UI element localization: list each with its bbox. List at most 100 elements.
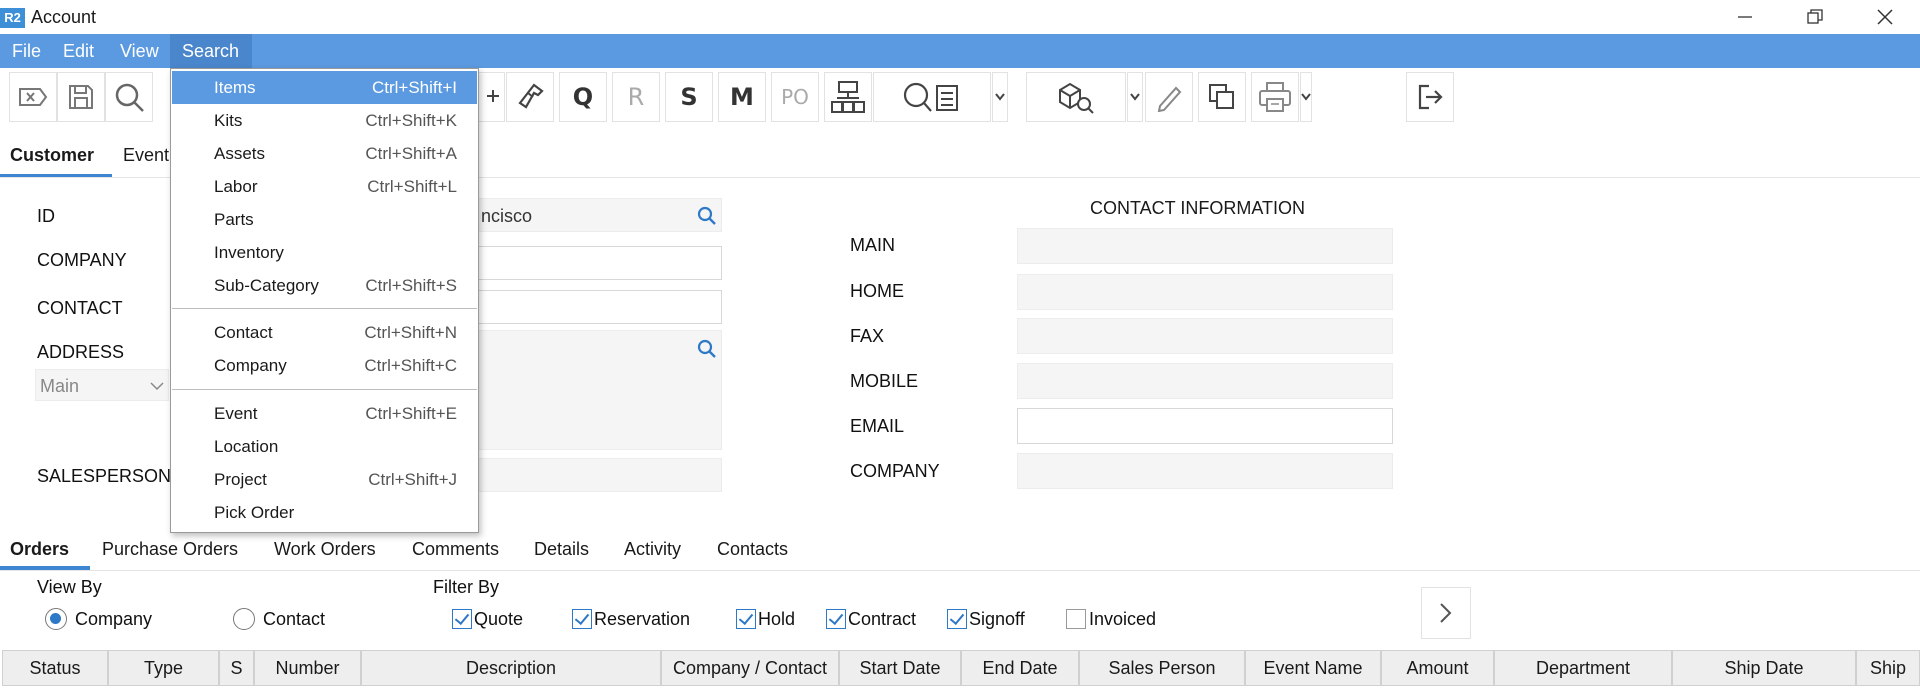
add-user-button[interactable] xyxy=(479,72,505,122)
filter-invoiced-label[interactable]: Invoiced xyxy=(1089,609,1156,630)
address-field[interactable] xyxy=(460,330,722,450)
search-icon[interactable] xyxy=(697,206,717,226)
tab-purchase-orders[interactable]: Purchase Orders xyxy=(102,534,238,570)
col-description[interactable]: Description xyxy=(361,650,661,686)
col-ship-date[interactable]: Ship Date xyxy=(1672,650,1856,686)
save-button[interactable] xyxy=(57,72,105,122)
close-button[interactable] xyxy=(1850,0,1920,34)
search-menu-contact[interactable]: Contact Ctrl+Shift+N xyxy=(172,316,477,349)
filter-contract-checkbox[interactable] xyxy=(826,609,846,629)
filter-quote-checkbox[interactable] xyxy=(452,609,472,629)
col-s[interactable]: S xyxy=(219,650,254,686)
restore-button[interactable] xyxy=(1780,0,1850,34)
menu-search[interactable]: Search xyxy=(170,34,252,68)
exit-button[interactable] xyxy=(1406,72,1454,122)
col-end-date[interactable]: End Date xyxy=(961,650,1079,686)
ticket-button[interactable] xyxy=(506,72,554,122)
tab-activity[interactable]: Activity xyxy=(624,534,681,570)
bottom-tabs-divider xyxy=(0,570,1920,571)
col-company-contact[interactable]: Company / Contact xyxy=(661,650,839,686)
boxes-search-button[interactable] xyxy=(1026,72,1126,122)
mobile-field[interactable] xyxy=(1017,363,1393,399)
search-icon[interactable] xyxy=(697,339,717,359)
menu-view[interactable]: View xyxy=(108,34,171,68)
col-amount[interactable]: Amount xyxy=(1381,650,1494,686)
col-department[interactable]: Department xyxy=(1494,650,1672,686)
purchase-order-button[interactable]: PO xyxy=(771,72,819,122)
search-menu-inventory[interactable]: Inventory xyxy=(172,236,477,269)
search-menu-parts[interactable]: Parts xyxy=(172,203,477,236)
company-field[interactable] xyxy=(460,246,722,280)
tab-customer[interactable]: Customer xyxy=(0,136,112,178)
search-menu-kits[interactable]: Kits Ctrl+Shift+K xyxy=(172,104,477,137)
tab-details[interactable]: Details xyxy=(534,534,589,570)
print-dropdown[interactable] xyxy=(1300,72,1312,122)
minimize-button[interactable] xyxy=(1710,0,1780,34)
search-document-dropdown[interactable] xyxy=(992,72,1008,122)
filter-reservation-label[interactable]: Reservation xyxy=(594,609,690,630)
tab-work-orders[interactable]: Work Orders xyxy=(274,534,376,570)
home-phone-field[interactable] xyxy=(1017,274,1393,310)
pencil-icon xyxy=(1157,86,1182,112)
filter-signoff-label[interactable]: Signoff xyxy=(969,609,1025,630)
tab-orders[interactable]: Orders xyxy=(0,534,90,570)
view-by-company-label[interactable]: Company xyxy=(75,609,152,630)
search-menu-sub-category[interactable]: Sub-Category Ctrl+Shift+S xyxy=(172,269,477,302)
copy-button[interactable] xyxy=(1198,72,1246,122)
col-event-name[interactable]: Event Name xyxy=(1245,650,1381,686)
contact-field[interactable] xyxy=(460,290,722,324)
search-menu-event[interactable]: Event Ctrl+Shift+E xyxy=(172,397,477,430)
filter-reservation-checkbox[interactable] xyxy=(572,609,592,629)
id-field[interactable]: ncisco xyxy=(460,198,722,232)
address-type-select[interactable]: Main xyxy=(35,369,169,401)
network-button[interactable] xyxy=(824,72,872,122)
boxes-search-dropdown[interactable] xyxy=(1127,72,1143,122)
filter-contract-label[interactable]: Contract xyxy=(848,609,916,630)
view-by-contact-label[interactable]: Contact xyxy=(263,609,325,630)
manifest-button[interactable]: M xyxy=(718,72,766,122)
fax-field[interactable] xyxy=(1017,318,1393,354)
col-start-date[interactable]: Start Date xyxy=(839,650,961,686)
print-button[interactable] xyxy=(1251,72,1299,122)
search-menu-project[interactable]: Project Ctrl+Shift+J xyxy=(172,463,477,496)
salesperson-field[interactable] xyxy=(460,458,722,492)
filter-hold-checkbox[interactable] xyxy=(736,609,756,629)
search-menu-assets[interactable]: Assets Ctrl+Shift+A xyxy=(172,137,477,170)
main-phone-field[interactable] xyxy=(1017,228,1393,264)
email-field[interactable] xyxy=(1017,408,1393,444)
edit-button[interactable] xyxy=(1145,72,1193,122)
menu-item-shortcut: Ctrl+Shift+C xyxy=(364,356,457,375)
search-document-button[interactable] xyxy=(873,72,991,122)
contact-label: CONTACT xyxy=(37,298,123,318)
search-button[interactable] xyxy=(105,72,153,122)
view-by-company-radio[interactable] xyxy=(45,608,67,630)
view-by-contact-radio[interactable] xyxy=(233,608,255,630)
menu-file[interactable]: File xyxy=(0,34,53,68)
search-menu-company[interactable]: Company Ctrl+Shift+C xyxy=(172,349,477,382)
reservation-button[interactable]: R xyxy=(612,72,660,122)
next-page-button[interactable] xyxy=(1421,587,1471,639)
tab-comments[interactable]: Comments xyxy=(412,534,499,570)
filter-invoiced-checkbox[interactable] xyxy=(1066,609,1086,629)
filter-signoff-checkbox[interactable] xyxy=(947,609,967,629)
col-ship[interactable]: Ship xyxy=(1856,650,1920,686)
filter-quote-label[interactable]: Quote xyxy=(474,609,523,630)
quote-button[interactable]: Q xyxy=(559,72,607,122)
col-sales-person[interactable]: Sales Person xyxy=(1079,650,1245,686)
save-icon xyxy=(69,85,93,109)
menu-separator xyxy=(172,389,477,390)
menu-item-label: Company xyxy=(214,356,287,375)
close-doc-button[interactable] xyxy=(9,72,57,122)
search-menu-pick-order[interactable]: Pick Order xyxy=(172,496,477,529)
menu-edit[interactable]: Edit xyxy=(51,34,106,68)
filter-hold-label[interactable]: Hold xyxy=(758,609,795,630)
signoff-button[interactable]: S xyxy=(665,72,713,122)
company-contact-field[interactable] xyxy=(1017,453,1393,489)
col-number[interactable]: Number xyxy=(254,650,361,686)
col-status[interactable]: Status xyxy=(2,650,108,686)
search-menu-location[interactable]: Location xyxy=(172,430,477,463)
search-menu-items[interactable]: Items Ctrl+Shift+I xyxy=(172,71,477,104)
tab-contacts[interactable]: Contacts xyxy=(717,534,788,570)
col-type[interactable]: Type xyxy=(108,650,219,686)
search-menu-labor[interactable]: Labor Ctrl+Shift+L xyxy=(172,170,477,203)
